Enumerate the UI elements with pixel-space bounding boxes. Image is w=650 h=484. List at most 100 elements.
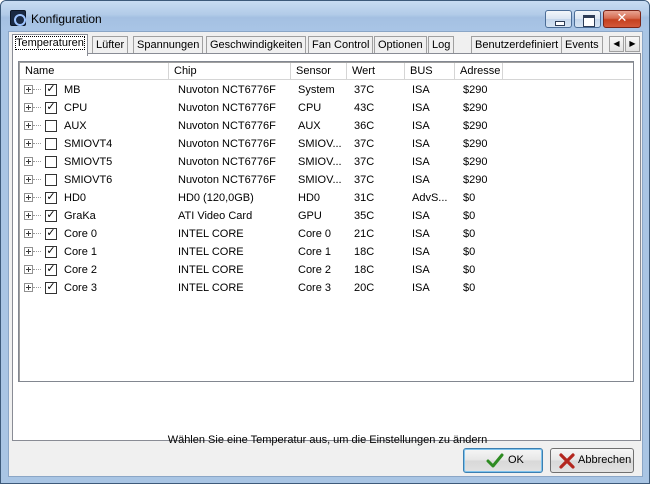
- cell-chip: Nuvoton NCT6776F: [178, 174, 276, 186]
- tab-luefter[interactable]: Lüfter: [92, 36, 129, 54]
- row-checkbox[interactable]: ✓: [45, 208, 57, 222]
- expand-plus-icon[interactable]: [24, 211, 33, 220]
- title-bar[interactable]: Konfiguration ✕: [1, 1, 649, 31]
- row-checkbox[interactable]: [45, 156, 57, 168]
- row-checkbox[interactable]: [45, 120, 57, 132]
- cell-value: 18C: [354, 246, 375, 258]
- row-checkbox[interactable]: ✓: [45, 262, 57, 276]
- tab-log[interactable]: Log: [428, 36, 455, 54]
- tab-spannungen[interactable]: Spannungen: [133, 36, 204, 54]
- tab-optionen[interactable]: Optionen: [374, 36, 427, 54]
- table-row[interactable]: ✓ Core 1 INTEL CORE Core 1 18C ISA $0: [20, 243, 632, 261]
- cell-address: $0: [463, 192, 476, 204]
- tab-panel-temperaturen: Name Chip Sensor Wert BUS Adresse ✓ MB Nuv…: [12, 53, 641, 446]
- table-row[interactable]: ✓ CPU Nuvoton NCT6776F CPU 43C ISA $290: [20, 99, 632, 117]
- expand-plus-icon[interactable]: [24, 85, 33, 94]
- expand-plus-icon[interactable]: [24, 157, 33, 166]
- cell-sensor: SMIOV...: [298, 156, 342, 168]
- checkmark-icon: ✓: [46, 226, 56, 239]
- tab-scroll-right-button[interactable]: ▶: [625, 36, 640, 52]
- expand-plus-icon[interactable]: [24, 121, 33, 130]
- row-checkbox[interactable]: ✓: [45, 245, 57, 258]
- expand-plus-icon[interactable]: [24, 103, 33, 112]
- tab-fan-control[interactable]: Fan Control: [308, 36, 374, 54]
- column-header-address[interactable]: Adresse: [455, 63, 503, 80]
- expand-plus-icon[interactable]: [24, 265, 33, 274]
- tree-connector: [33, 233, 41, 234]
- tab-scroll-left-button[interactable]: ◀: [609, 36, 624, 52]
- expand-plus-icon[interactable]: [24, 283, 33, 292]
- table-row[interactable]: SMIOVT5 Nuvoton NCT6776F SMIOV... 37C ISA $29…: [20, 153, 632, 171]
- cell-address: $0: [463, 282, 476, 294]
- app-icon: [10, 10, 26, 26]
- row-checkbox[interactable]: ✓: [45, 100, 57, 114]
- checkmark-icon: ✓: [46, 100, 56, 113]
- checkmark-icon: ✓: [46, 280, 56, 293]
- tree-connector: [33, 179, 41, 180]
- cell-bus: AdvS...: [412, 192, 448, 204]
- row-checkbox[interactable]: ✓: [45, 190, 57, 204]
- cell-address: $0: [463, 246, 476, 258]
- checkmark-icon: [486, 452, 504, 470]
- cell-bus: ISA: [412, 102, 430, 114]
- window-title: Konfiguration: [31, 12, 102, 26]
- row-checkbox[interactable]: [45, 138, 57, 150]
- table-row[interactable]: SMIOVT4 Nuvoton NCT6776F SMIOV... 37C ISA $29…: [20, 135, 632, 153]
- checkmark-icon: ✓: [46, 190, 56, 203]
- table-row[interactable]: ✓ MB Nuvoton NCT6776F System 37C ISA $290: [20, 81, 632, 99]
- expand-plus-icon[interactable]: [24, 139, 33, 148]
- expand-plus-icon[interactable]: [24, 193, 33, 202]
- sensor-list[interactable]: Name Chip Sensor Wert BUS Adresse ✓ MB Nuv…: [18, 61, 634, 382]
- column-header-sensor[interactable]: Sensor: [291, 63, 347, 80]
- cell-name: MB: [64, 84, 81, 96]
- cell-sensor: Core 0: [298, 228, 332, 240]
- table-row[interactable]: ✓ HD0 HD0 (120,0GB) HD0 31C AdvS... $0: [20, 189, 632, 207]
- arrow-left-icon: ◀: [613, 39, 620, 48]
- list-header: Name Chip Sensor Wert BUS Adresse: [20, 63, 632, 80]
- cell-value: 35C: [354, 210, 375, 222]
- cell-name: GraKa: [64, 210, 96, 222]
- close-button[interactable]: ✕: [603, 10, 641, 28]
- cell-chip: INTEL CORE: [178, 246, 244, 258]
- column-header-value[interactable]: Wert: [347, 63, 405, 80]
- row-checkbox[interactable]: [45, 174, 57, 186]
- tab-benutzerdefiniert[interactable]: Benutzerdefiniert: [471, 36, 563, 54]
- minimize-button[interactable]: [545, 10, 572, 28]
- cell-value: 20C: [354, 282, 375, 294]
- close-icon: ✕: [616, 11, 628, 26]
- column-header-bus[interactable]: BUS: [405, 63, 455, 80]
- column-header-name[interactable]: Name: [20, 63, 169, 80]
- table-row[interactable]: AUX Nuvoton NCT6776F AUX 36C ISA $290: [20, 117, 632, 135]
- column-header-chip[interactable]: Chip: [169, 63, 291, 80]
- expand-plus-icon[interactable]: [24, 247, 33, 256]
- cell-name: SMIOVT6: [64, 174, 113, 186]
- row-checkbox[interactable]: ✓: [45, 82, 57, 96]
- tab-events[interactable]: Events: [561, 36, 603, 54]
- table-row[interactable]: ✓ Core 2 INTEL CORE Core 2 18C ISA $0: [20, 261, 632, 279]
- expand-plus-icon[interactable]: [24, 175, 33, 184]
- tab-geschwindigkeiten[interactable]: Geschwindigkeiten: [206, 36, 307, 54]
- dialog-client: Temperaturen Lüfter Spannungen Geschwind…: [8, 31, 643, 477]
- row-checkbox[interactable]: ✓: [45, 226, 57, 240]
- table-row[interactable]: ✓ GraKa ATI Video Card GPU 35C ISA $0: [20, 207, 632, 225]
- table-row[interactable]: ✓ Core 3 INTEL CORE Core 3 20C ISA $0: [20, 279, 632, 297]
- expand-plus-icon[interactable]: [24, 229, 33, 238]
- cell-chip: INTEL CORE: [178, 282, 244, 294]
- table-row[interactable]: ✓ Core 0 INTEL CORE Core 0 21C ISA $0: [20, 225, 632, 243]
- cell-bus: ISA: [412, 282, 430, 294]
- ok-button[interactable]: OK: [463, 448, 543, 473]
- cell-chip: HD0 (120,0GB): [178, 192, 254, 204]
- cell-chip: Nuvoton NCT6776F: [178, 102, 276, 114]
- cell-name: Core 1: [64, 246, 98, 258]
- row-checkbox[interactable]: ✓: [45, 280, 57, 294]
- checkmark-icon: ✓: [46, 208, 56, 221]
- maximize-button[interactable]: [574, 10, 601, 28]
- checkmark-icon: ✓: [46, 82, 56, 95]
- table-row[interactable]: SMIOVT6 Nuvoton NCT6776F SMIOV... 37C ISA $29…: [20, 171, 632, 189]
- cell-bus: ISA: [412, 228, 430, 240]
- arrow-right-icon: ▶: [629, 39, 636, 48]
- cancel-button[interactable]: Abbrechen: [550, 448, 634, 473]
- checkmark-icon: ✓: [46, 262, 56, 275]
- tab-temperaturen[interactable]: Temperaturen: [12, 34, 88, 56]
- cell-address: $290: [463, 120, 488, 132]
